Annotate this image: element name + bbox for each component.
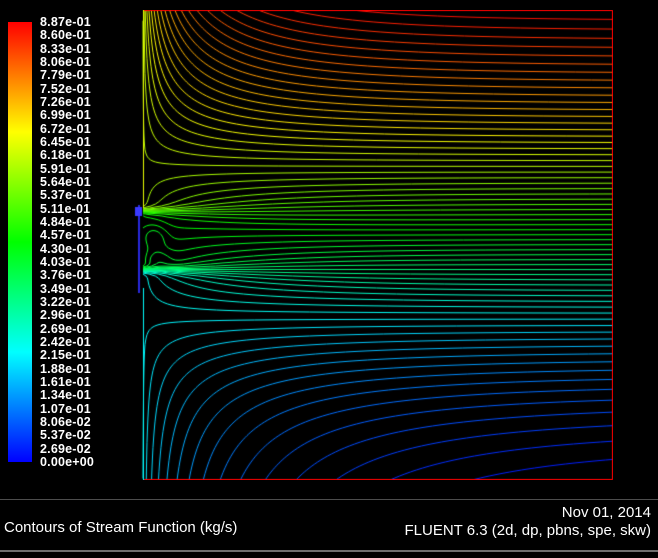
- legend-tick-label: 1.61e-01: [40, 375, 91, 389]
- legend-tick-label: 4.84e-01: [40, 215, 91, 229]
- legend-tick-label: 3.22e-01: [40, 295, 91, 309]
- legend-tick-label: 4.30e-01: [40, 241, 91, 256]
- legend-tick-label: 4.03e-01: [40, 255, 91, 269]
- legend-tick-label: 1.88e-01: [40, 361, 91, 376]
- legend-tick-label: 1.07e-01: [40, 401, 91, 416]
- legend-tick-label: 6.99e-01: [40, 108, 91, 123]
- plot-caption: Contours of Stream Function (kg/s): [4, 519, 238, 536]
- legend-tick-label: 0.00e+00: [40, 455, 95, 469]
- legend-tick-label: 8.06e-02: [40, 415, 91, 429]
- legend-tick-label: 7.79e-01: [40, 68, 91, 83]
- date-label: Nov 01, 2014: [561, 504, 651, 521]
- legend-tick-label: 8.60e-01: [40, 28, 91, 43]
- legend-tick-label: 6.45e-01: [40, 135, 91, 149]
- legend-tick-label: 2.42e-01: [40, 335, 91, 349]
- legend-tick-label: 6.72e-01: [40, 121, 91, 136]
- legend-tick-label: 3.76e-01: [40, 268, 91, 283]
- legend-tick-label: 2.15e-01: [40, 348, 91, 363]
- legend-tick-label: 5.91e-01: [40, 161, 91, 176]
- footer-divider: [0, 499, 658, 500]
- footer-right-block: Nov 01, 2014 FLUENT 6.3 (2d, dp, pbns, s…: [405, 504, 652, 540]
- legend-tick-label: 5.37e-01: [40, 188, 91, 203]
- solver-label: FLUENT 6.3 (2d, dp, pbns, spe, skw): [404, 522, 652, 539]
- legend-tick-label: 6.18e-01: [40, 148, 91, 163]
- fluent-graphics-window: 8.87e-01 8.60e-01 8.33e-01 8.06e-01 7.79e-01…: [0, 0, 658, 558]
- legend-tick-label: 8.06e-01: [40, 55, 91, 69]
- window-bottom-edge: [0, 550, 658, 552]
- legend-tick-label: 3.49e-01: [40, 281, 91, 296]
- legend-tick-label: 5.37e-02: [40, 428, 91, 443]
- legend-tick-label: 5.11e-01: [40, 201, 91, 216]
- legend-tick-label: 2.69e-01: [40, 321, 91, 336]
- legend-tick-label: 8.33e-01: [40, 41, 91, 56]
- legend-tick-label: 8.87e-01: [40, 15, 91, 29]
- legend-labels: 8.87e-01 8.60e-01 8.33e-01 8.06e-01 7.79e-01…: [0, 0, 130, 558]
- legend-tick-label: 2.96e-01: [40, 308, 91, 323]
- legend-tick-label: 2.69e-02: [40, 441, 91, 456]
- contour-plot-canvas: [133, 10, 613, 480]
- legend-tick-label: 7.26e-01: [40, 95, 91, 109]
- legend-tick-label: 7.52e-01: [40, 81, 91, 96]
- legend-tick-label: 5.64e-01: [40, 175, 91, 189]
- legend-tick-label: 4.57e-01: [40, 228, 91, 243]
- legend-tick-label: 1.34e-01: [40, 388, 91, 403]
